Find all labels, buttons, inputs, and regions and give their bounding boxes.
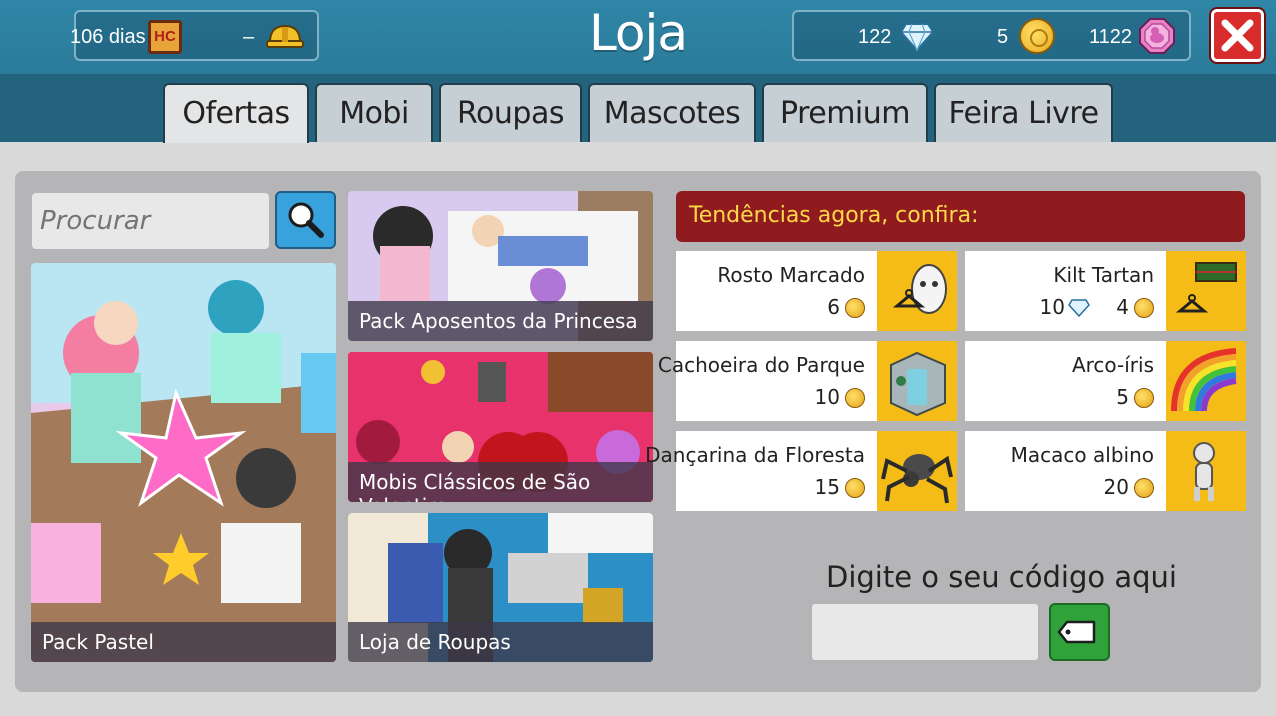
hc-icon[interactable]: HC: [148, 20, 182, 54]
offer-label: Loja de Roupas: [348, 622, 653, 662]
coin-icon: [1019, 18, 1055, 54]
trending-item-dancarina[interactable]: Dançarina da Floresta 15: [645, 431, 957, 511]
hc-days-text: 106 dias: [70, 26, 146, 48]
item-name: Kilt Tartan: [1053, 263, 1154, 287]
item-image: [1166, 431, 1246, 511]
kilt-icon: [1175, 262, 1237, 313]
tab-mobi[interactable]: Mobi: [315, 83, 433, 142]
rainbow-icon: [1171, 348, 1237, 412]
diamond-count: 122: [858, 26, 892, 48]
item-image: [877, 431, 957, 511]
search-input[interactable]: [32, 193, 269, 249]
item-price: 6: [827, 295, 840, 319]
tag-icon: [1057, 620, 1096, 644]
builders-helmet-icon[interactable]: [266, 22, 304, 52]
item-image: [1166, 341, 1246, 421]
trending-item-cachoeira[interactable]: Cachoeira do Parque 10: [658, 341, 957, 421]
item-image: [877, 341, 957, 421]
coin-icon: [845, 298, 865, 318]
trending-item-arco-iris[interactable]: Arco-íris 5: [965, 341, 1246, 421]
voucher-code-input[interactable]: [812, 604, 1038, 660]
spider-icon: [881, 454, 953, 504]
trending-item-rosto-marcado[interactable]: Rosto Marcado 6: [676, 251, 957, 331]
tab-feira-livre[interactable]: Feira Livre: [934, 83, 1113, 142]
close-icon: [1221, 19, 1254, 52]
trending-header: Tendências agora, confira:: [676, 191, 1245, 242]
item-image: [877, 251, 957, 331]
coin-icon: [1134, 478, 1154, 498]
coin-icon: [845, 388, 865, 408]
search-button[interactable]: [275, 191, 336, 249]
waterfall-icon: [890, 351, 946, 417]
ducket-count: 1122: [1089, 26, 1133, 48]
diamond-icon: [900, 23, 934, 52]
item-name: Arco-íris: [1071, 353, 1154, 377]
item-name: Dançarina da Floresta: [645, 443, 865, 467]
coin-count: 5: [997, 26, 1009, 48]
item-name: Cachoeira do Parque: [657, 353, 865, 377]
coin-icon: [1134, 388, 1154, 408]
item-price: 15: [814, 475, 840, 499]
offer-card-pack-pastel[interactable]: Pack Pastel: [31, 263, 336, 662]
item-name: Rosto Marcado: [717, 263, 865, 287]
item-price: 4: [1116, 295, 1129, 319]
diamond-icon: [1068, 299, 1090, 317]
search-icon: [288, 202, 324, 238]
trending-item-macaco[interactable]: Macaco albino 20: [965, 431, 1246, 511]
tab-ofertas[interactable]: Ofertas: [163, 83, 309, 143]
item-image: [1166, 251, 1246, 331]
currency-panel: 122 5 1122: [792, 10, 1191, 61]
coin-icon: [845, 478, 865, 498]
offer-label: Mobis Clássicos de São Valentim: [348, 462, 653, 502]
mask-icon: [892, 264, 947, 314]
close-button[interactable]: [1211, 9, 1264, 62]
item-price: 20: [1103, 475, 1129, 499]
page-title: Loja: [588, 4, 688, 62]
offer-label: Pack Pastel: [31, 622, 336, 662]
offer-card-princess[interactable]: Pack Aposentos da Princesa: [348, 191, 653, 341]
item-diamond-price: 10: [1039, 295, 1065, 319]
redeem-code-button[interactable]: [1049, 603, 1110, 661]
item-name: Macaco albino: [1010, 443, 1154, 467]
monkey-icon: [1193, 442, 1215, 501]
tab-premium[interactable]: Premium: [762, 83, 928, 142]
offer-card-clothes[interactable]: Loja de Roupas: [348, 513, 653, 662]
tab-roupas[interactable]: Roupas: [439, 83, 582, 142]
tab-mascotes[interactable]: Mascotes: [588, 83, 756, 142]
ducket-icon: [1139, 18, 1175, 54]
item-price: 10: [814, 385, 840, 409]
builders-club-text: –: [243, 26, 255, 48]
voucher-code-label: Digite o seu código aqui: [826, 560, 1177, 594]
coin-icon: [1134, 298, 1154, 318]
offer-label: Pack Aposentos da Princesa: [348, 301, 653, 341]
item-price: 5: [1116, 385, 1129, 409]
offer-card-valentine[interactable]: Mobis Clássicos de São Valentim: [348, 352, 653, 502]
pack-pastel-illustration: [31, 263, 336, 662]
subscription-panel: 106 dias HC –: [70, 10, 319, 61]
trending-item-kilt-tartan[interactable]: Kilt Tartan 10 4: [965, 251, 1246, 331]
